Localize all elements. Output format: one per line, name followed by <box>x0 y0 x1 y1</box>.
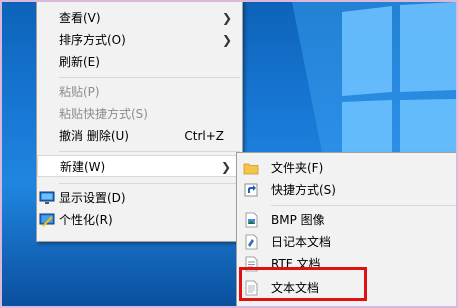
menu-item-view[interactable]: 查看(V) ❯ <box>37 7 242 29</box>
submenu-item-shortcut[interactable]: 快捷方式(S) <box>237 179 456 201</box>
menu-item-undo-delete[interactable]: 撤消 删除(U) Ctrl+Z <box>37 125 242 147</box>
menu-item-label: 查看(V) <box>59 11 101 25</box>
menu-item-label: 显示设置(D) <box>59 191 126 205</box>
menu-item-label: 刷新(E) <box>59 55 100 69</box>
menu-item-label: 粘贴快捷方式(S) <box>59 107 148 121</box>
display-settings-icon <box>39 191 55 204</box>
submenu-item-journal-document[interactable]: 日记本文档 <box>237 231 456 253</box>
menu-item-label: 新建(W) <box>60 160 106 174</box>
text-document-highlight-box <box>239 267 367 301</box>
menu-item-paste[interactable]: 粘贴(P) <box>37 81 242 103</box>
desktop-context-menu: 查看(V) ❯ 排序方式(O) ❯ 刷新(E) 粘贴(P) 粘贴快捷方式(S) … <box>36 2 243 242</box>
screenshot-frame: 查看(V) ❯ 排序方式(O) ❯ 刷新(E) 粘贴(P) 粘贴快捷方式(S) … <box>2 2 456 306</box>
journal-document-icon <box>245 234 258 250</box>
submenu-item-folder[interactable]: 文件夹(F) <box>237 157 456 179</box>
menu-item-refresh[interactable]: 刷新(E) <box>37 51 242 73</box>
submenu-item-label: BMP 图像 <box>271 213 325 227</box>
folder-icon <box>243 163 259 175</box>
menu-separator <box>59 183 240 184</box>
menu-item-label: 撤消 删除(U) <box>59 129 129 143</box>
submenu-item-label: 文件夹(F) <box>271 161 324 175</box>
menu-item-shortcut: Ctrl+Z <box>184 129 224 143</box>
personalize-icon <box>39 213 55 227</box>
menu-separator <box>59 77 240 78</box>
chevron-right-icon: ❯ <box>221 33 232 47</box>
menu-item-paste-shortcut[interactable]: 粘贴快捷方式(S) <box>37 103 242 125</box>
menu-item-display-settings[interactable]: 显示设置(D) <box>37 187 242 209</box>
menu-item-label: 个性化(R) <box>59 213 113 227</box>
bmp-image-icon <box>245 212 258 228</box>
menu-item-sort-by[interactable]: 排序方式(O) ❯ <box>37 29 242 51</box>
submenu-item-label: 日记本文档 <box>271 235 332 249</box>
menu-separator <box>59 151 240 152</box>
menu-item-new[interactable]: 新建(W) ❯ <box>37 155 242 177</box>
menu-item-personalize[interactable]: 个性化(R) <box>37 209 242 231</box>
chevron-right-icon: ❯ <box>220 160 231 174</box>
menu-separator <box>271 205 456 206</box>
shortcut-icon <box>244 183 258 197</box>
submenu-item-bmp-image[interactable]: BMP 图像 <box>237 209 456 231</box>
menu-item-label: 排序方式(O) <box>59 33 126 47</box>
menu-item-label: 粘贴(P) <box>59 85 100 99</box>
chevron-right-icon: ❯ <box>221 11 232 25</box>
submenu-item-label: 快捷方式(S) <box>271 183 336 197</box>
